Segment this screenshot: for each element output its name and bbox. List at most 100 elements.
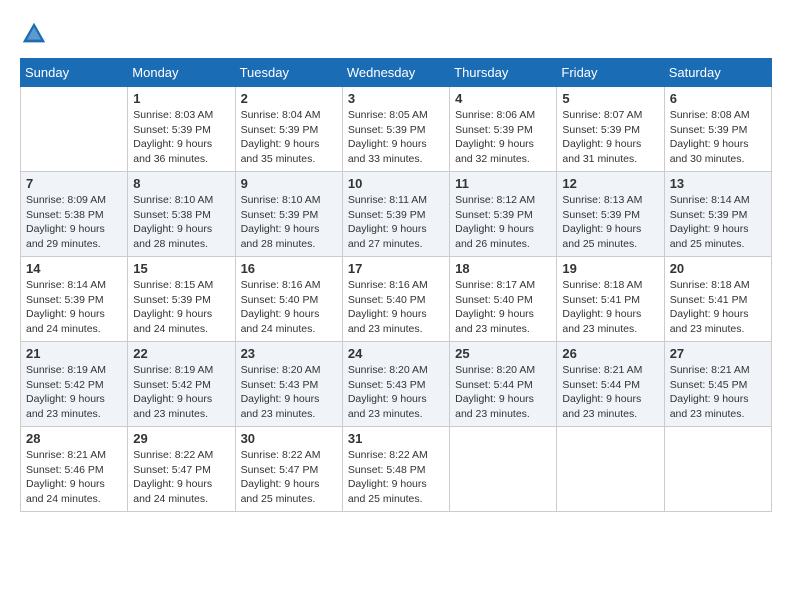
day-info: Sunrise: 8:21 AM Sunset: 5:46 PM Dayligh… [26, 448, 122, 507]
calendar-day-cell: 11 Sunrise: 8:12 AM Sunset: 5:39 PM Dayli… [450, 172, 557, 257]
day-number: 29 [133, 431, 229, 446]
day-number: 22 [133, 346, 229, 361]
calendar-day-cell: 5 Sunrise: 8:07 AM Sunset: 5:39 PM Daylig… [557, 87, 664, 172]
day-info: Sunrise: 8:09 AM Sunset: 5:38 PM Dayligh… [26, 193, 122, 252]
day-info: Sunrise: 8:17 AM Sunset: 5:40 PM Dayligh… [455, 278, 551, 337]
day-number: 7 [26, 176, 122, 191]
day-info: Sunrise: 8:14 AM Sunset: 5:39 PM Dayligh… [26, 278, 122, 337]
day-number: 23 [241, 346, 337, 361]
day-number: 20 [670, 261, 766, 276]
day-number: 24 [348, 346, 444, 361]
day-info: Sunrise: 8:15 AM Sunset: 5:39 PM Dayligh… [133, 278, 229, 337]
day-info: Sunrise: 8:20 AM Sunset: 5:43 PM Dayligh… [241, 363, 337, 422]
day-number: 17 [348, 261, 444, 276]
calendar-day-cell: 19Sunrise: 8:18 AM Sunset: 5:41 PM Dayli… [557, 257, 664, 342]
day-number: 18 [455, 261, 551, 276]
calendar-week-row: 21 Sunrise: 8:19 AM Sunset: 5:42 PM Dayli… [21, 342, 772, 427]
day-number: 5 [562, 91, 658, 106]
day-number: 15 [133, 261, 229, 276]
day-number: 11 [455, 176, 551, 191]
day-info: Sunrise: 8:05 AM Sunset: 5:39 PM Dayligh… [348, 108, 444, 167]
day-number: 21 [26, 346, 122, 361]
day-info: Sunrise: 8:10 AM Sunset: 5:39 PM Dayligh… [241, 193, 337, 252]
day-number: 26 [562, 346, 658, 361]
day-info: Sunrise: 8:16 AM Sunset: 5:40 PM Dayligh… [241, 278, 337, 337]
day-number: 31 [348, 431, 444, 446]
calendar-day-cell: 16Sunrise: 8:16 AM Sunset: 5:40 PM Dayli… [235, 257, 342, 342]
day-info: Sunrise: 8:20 AM Sunset: 5:43 PM Dayligh… [348, 363, 444, 422]
day-of-week-header: Wednesday [342, 59, 449, 87]
day-of-week-header: Monday [128, 59, 235, 87]
calendar-week-row: 7 Sunrise: 8:09 AM Sunset: 5:38 PM Daylig… [21, 172, 772, 257]
day-of-week-header: Friday [557, 59, 664, 87]
day-number: 2 [241, 91, 337, 106]
calendar-day-cell [21, 87, 128, 172]
day-info: Sunrise: 8:22 AM Sunset: 5:47 PM Dayligh… [133, 448, 229, 507]
calendar-day-cell: 23 Sunrise: 8:20 AM Sunset: 5:43 PM Dayli… [235, 342, 342, 427]
day-info: Sunrise: 8:22 AM Sunset: 5:47 PM Dayligh… [241, 448, 337, 507]
day-number: 10 [348, 176, 444, 191]
calendar-day-cell: 12 Sunrise: 8:13 AM Sunset: 5:39 PM Dayli… [557, 172, 664, 257]
day-info: Sunrise: 8:13 AM Sunset: 5:39 PM Dayligh… [562, 193, 658, 252]
calendar-day-cell: 20 Sunrise: 8:18 AM Sunset: 5:41 PM Dayli… [664, 257, 771, 342]
day-info: Sunrise: 8:04 AM Sunset: 5:39 PM Dayligh… [241, 108, 337, 167]
calendar-day-cell: 27 Sunrise: 8:21 AM Sunset: 5:45 PM Dayli… [664, 342, 771, 427]
calendar-day-cell: 26Sunrise: 8:21 AM Sunset: 5:44 PM Dayli… [557, 342, 664, 427]
day-number: 3 [348, 91, 444, 106]
calendar-day-cell: 29 Sunrise: 8:22 AM Sunset: 5:47 PM Dayli… [128, 427, 235, 512]
calendar-day-cell: 10 Sunrise: 8:11 AM Sunset: 5:39 PM Dayli… [342, 172, 449, 257]
day-number: 9 [241, 176, 337, 191]
day-info: Sunrise: 8:20 AM Sunset: 5:44 PM Dayligh… [455, 363, 551, 422]
calendar-day-cell [664, 427, 771, 512]
day-of-week-header: Sunday [21, 59, 128, 87]
day-number: 30 [241, 431, 337, 446]
day-number: 4 [455, 91, 551, 106]
page-header [20, 20, 772, 48]
calendar-day-cell: 7 Sunrise: 8:09 AM Sunset: 5:38 PM Daylig… [21, 172, 128, 257]
calendar-day-cell: 8 Sunrise: 8:10 AM Sunset: 5:38 PM Daylig… [128, 172, 235, 257]
day-info: Sunrise: 8:06 AM Sunset: 5:39 PM Dayligh… [455, 108, 551, 167]
calendar-day-cell: 28 Sunrise: 8:21 AM Sunset: 5:46 PM Dayli… [21, 427, 128, 512]
calendar-day-cell: 15 Sunrise: 8:15 AM Sunset: 5:39 PM Dayli… [128, 257, 235, 342]
calendar-day-cell: 22 Sunrise: 8:19 AM Sunset: 5:42 PM Dayli… [128, 342, 235, 427]
day-of-week-header: Tuesday [235, 59, 342, 87]
calendar-week-row: 28 Sunrise: 8:21 AM Sunset: 5:46 PM Dayli… [21, 427, 772, 512]
day-info: Sunrise: 8:18 AM Sunset: 5:41 PM Dayligh… [562, 278, 658, 337]
calendar-day-cell: 17Sunrise: 8:16 AM Sunset: 5:40 PM Dayli… [342, 257, 449, 342]
calendar-day-cell: 31 Sunrise: 8:22 AM Sunset: 5:48 PM Dayli… [342, 427, 449, 512]
calendar-day-cell [557, 427, 664, 512]
calendar-day-cell: 1Sunrise: 8:03 AM Sunset: 5:39 PM Daylig… [128, 87, 235, 172]
calendar-day-cell: 6Sunrise: 8:08 AM Sunset: 5:39 PM Daylig… [664, 87, 771, 172]
day-info: Sunrise: 8:14 AM Sunset: 5:39 PM Dayligh… [670, 193, 766, 252]
day-info: Sunrise: 8:07 AM Sunset: 5:39 PM Dayligh… [562, 108, 658, 167]
day-number: 8 [133, 176, 229, 191]
day-number: 14 [26, 261, 122, 276]
calendar-day-cell: 3 Sunrise: 8:05 AM Sunset: 5:39 PM Daylig… [342, 87, 449, 172]
calendar-day-cell: 21 Sunrise: 8:19 AM Sunset: 5:42 PM Dayli… [21, 342, 128, 427]
day-info: Sunrise: 8:19 AM Sunset: 5:42 PM Dayligh… [133, 363, 229, 422]
calendar-day-cell: 14 Sunrise: 8:14 AM Sunset: 5:39 PM Dayli… [21, 257, 128, 342]
day-number: 27 [670, 346, 766, 361]
day-number: 6 [670, 91, 766, 106]
logo [20, 20, 52, 48]
calendar-week-row: 1Sunrise: 8:03 AM Sunset: 5:39 PM Daylig… [21, 87, 772, 172]
calendar-day-cell [450, 427, 557, 512]
day-info: Sunrise: 8:11 AM Sunset: 5:39 PM Dayligh… [348, 193, 444, 252]
day-of-week-header: Saturday [664, 59, 771, 87]
day-number: 13 [670, 176, 766, 191]
day-info: Sunrise: 8:21 AM Sunset: 5:45 PM Dayligh… [670, 363, 766, 422]
day-info: Sunrise: 8:10 AM Sunset: 5:38 PM Dayligh… [133, 193, 229, 252]
calendar-day-cell: 18 Sunrise: 8:17 AM Sunset: 5:40 PM Dayli… [450, 257, 557, 342]
calendar-day-cell: 25 Sunrise: 8:20 AM Sunset: 5:44 PM Dayli… [450, 342, 557, 427]
day-info: Sunrise: 8:22 AM Sunset: 5:48 PM Dayligh… [348, 448, 444, 507]
day-number: 12 [562, 176, 658, 191]
calendar-header-row: SundayMondayTuesdayWednesdayThursdayFrid… [21, 59, 772, 87]
day-info: Sunrise: 8:18 AM Sunset: 5:41 PM Dayligh… [670, 278, 766, 337]
day-info: Sunrise: 8:03 AM Sunset: 5:39 PM Dayligh… [133, 108, 229, 167]
day-info: Sunrise: 8:12 AM Sunset: 5:39 PM Dayligh… [455, 193, 551, 252]
day-number: 25 [455, 346, 551, 361]
day-number: 28 [26, 431, 122, 446]
calendar-day-cell: 4 Sunrise: 8:06 AM Sunset: 5:39 PM Daylig… [450, 87, 557, 172]
day-info: Sunrise: 8:19 AM Sunset: 5:42 PM Dayligh… [26, 363, 122, 422]
calendar-week-row: 14 Sunrise: 8:14 AM Sunset: 5:39 PM Dayli… [21, 257, 772, 342]
